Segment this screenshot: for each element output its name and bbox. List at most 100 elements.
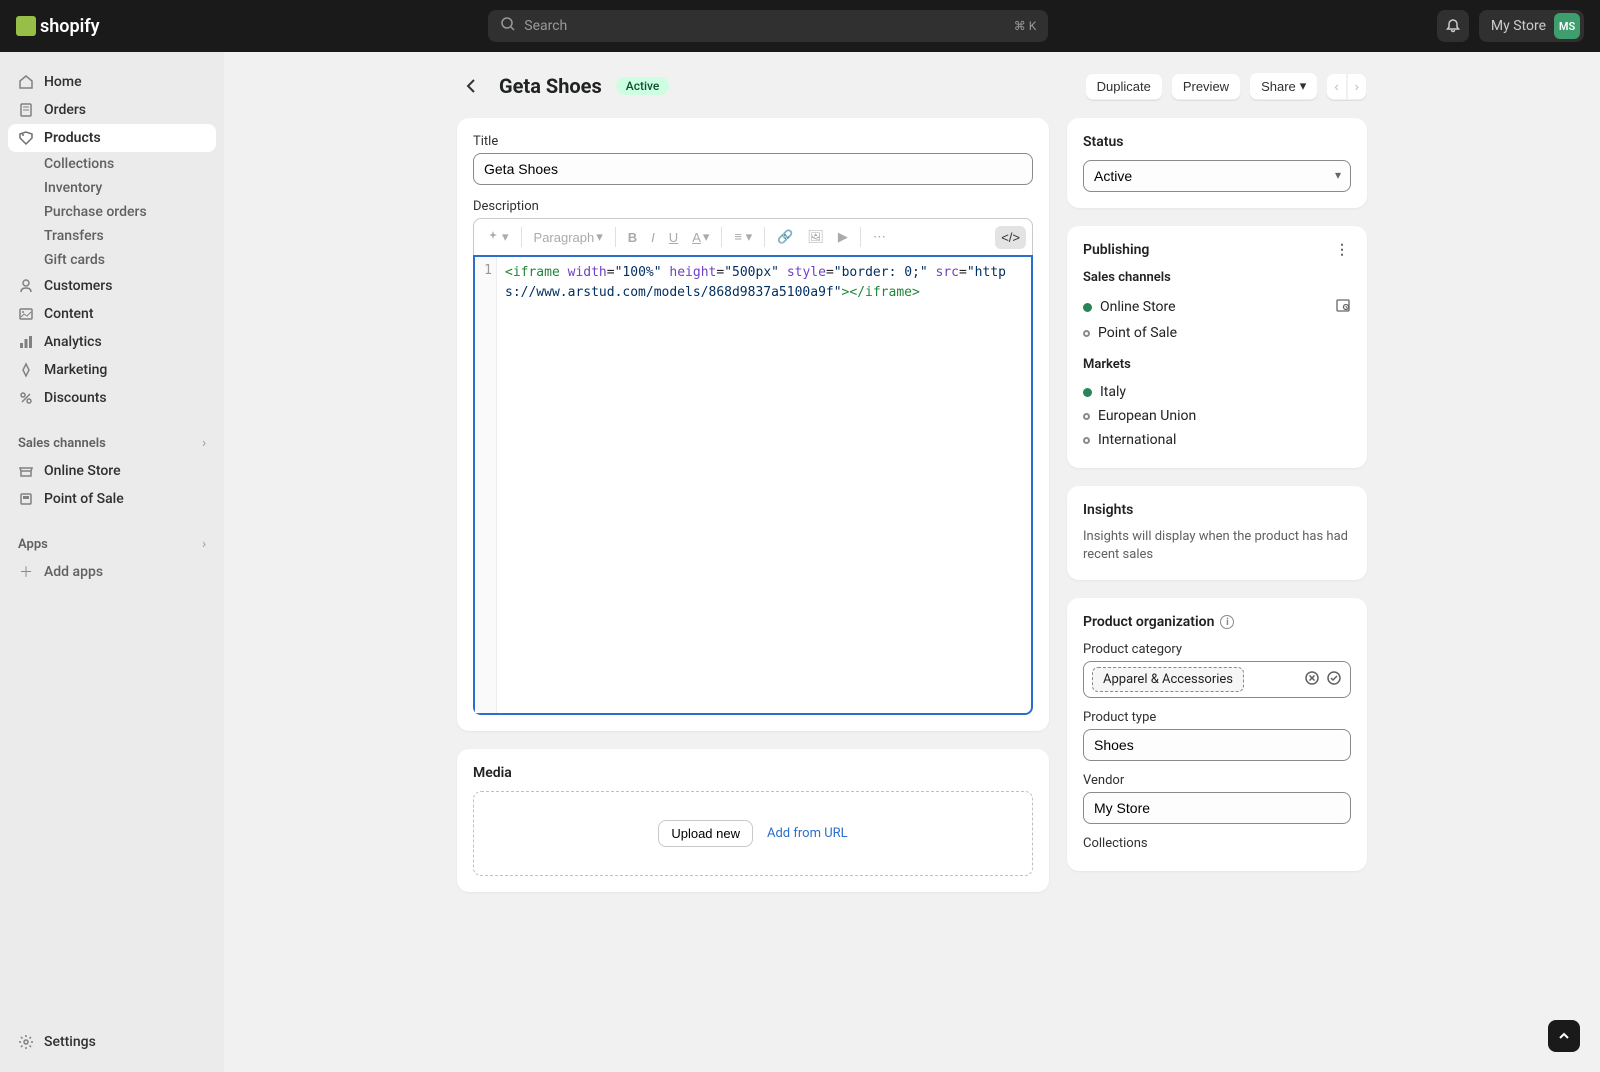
search-icon xyxy=(500,16,516,36)
sidebar-section-apps[interactable]: Apps › xyxy=(8,531,216,558)
product-org-card: Product organization i Product category … xyxy=(1067,598,1367,871)
sidebar-item-label: Add apps xyxy=(44,564,103,580)
sidebar-item-label: Products xyxy=(44,130,101,146)
sidebar-sub-purchase-orders[interactable]: Purchase orders xyxy=(8,200,216,224)
discounts-icon xyxy=(18,390,34,406)
status-card: Status xyxy=(1067,118,1367,208)
media-card: Media Upload new Add from URL xyxy=(457,749,1049,892)
title-label: Title xyxy=(473,134,1033,149)
sidebar-item-settings[interactable]: Settings xyxy=(8,1028,216,1056)
sidebar-sub-collections[interactable]: Collections xyxy=(8,152,216,176)
status-dot-green xyxy=(1083,303,1092,312)
store-menu[interactable]: My Store MS xyxy=(1479,10,1584,42)
share-button[interactable]: Share ▾ xyxy=(1249,72,1318,100)
description-code-editor[interactable]: 1 <iframe width="100%" height="500px" st… xyxy=(473,255,1033,715)
sidebar-item-orders[interactable]: Orders xyxy=(8,96,216,124)
search-input[interactable]: Search ⌘ K xyxy=(488,10,1048,42)
prev-button[interactable]: ‹ xyxy=(1326,73,1346,100)
sidebar-item-add-apps[interactable]: ＋ Add apps xyxy=(8,558,216,586)
sidebar-item-label: Orders xyxy=(44,102,86,118)
vendor-input[interactable] xyxy=(1083,792,1351,824)
sidebar-item-label: Analytics xyxy=(44,334,102,350)
info-icon[interactable]: i xyxy=(1220,615,1234,629)
org-title: Product organization xyxy=(1083,614,1214,630)
collections-label: Collections xyxy=(1083,836,1351,851)
paragraph-dropdown[interactable]: Paragraph ▾ xyxy=(528,225,609,249)
sidebar-sub-inventory[interactable]: Inventory xyxy=(8,176,216,200)
gear-icon xyxy=(18,1034,34,1050)
market-intl: International xyxy=(1083,428,1351,452)
logo-text: shopify xyxy=(40,16,100,37)
products-icon xyxy=(18,130,34,146)
add-from-url-button[interactable]: Add from URL xyxy=(767,826,848,841)
publishing-menu[interactable]: ⋮ xyxy=(1335,242,1351,258)
search-placeholder: Search xyxy=(524,18,567,34)
avatar: MS xyxy=(1554,13,1580,39)
schedule-icon[interactable] xyxy=(1335,297,1351,317)
status-dot-green xyxy=(1083,388,1092,397)
color-button[interactable]: A ▾ xyxy=(686,225,715,249)
code-body[interactable]: <iframe width="100%" height="500px" styl… xyxy=(497,257,1031,713)
status-select[interactable] xyxy=(1083,160,1351,192)
sidebar-item-label: Content xyxy=(44,306,94,322)
sidebar-item-content[interactable]: Content xyxy=(8,300,216,328)
search-shortcut: ⌘ K xyxy=(1014,19,1037,33)
video-button[interactable]: ▶ xyxy=(832,225,854,249)
main-content: Geta Shoes Active Duplicate Preview Shar… xyxy=(224,52,1600,1072)
market-eu: European Union xyxy=(1083,404,1351,428)
italic-button[interactable]: I xyxy=(645,226,661,249)
duplicate-button[interactable]: Duplicate xyxy=(1085,73,1163,100)
ai-button[interactable]: ▾ xyxy=(480,225,515,249)
topbar: shopify Search ⌘ K My Store MS xyxy=(0,0,1600,52)
title-card: Title Description ▾ Paragraph ▾ B I xyxy=(457,118,1049,731)
back-button[interactable] xyxy=(457,72,485,100)
insights-title: Insights xyxy=(1083,502,1351,518)
media-dropzone[interactable]: Upload new Add from URL xyxy=(473,791,1033,876)
page-title: Geta Shoes xyxy=(499,74,602,98)
sidebar-section-sales-channels[interactable]: Sales channels › xyxy=(8,430,216,457)
sidebar-item-home[interactable]: Home xyxy=(8,68,216,96)
insights-text: Insights will display when the product h… xyxy=(1083,528,1351,564)
sidebar-sub-transfers[interactable]: Transfers xyxy=(8,224,216,248)
customers-icon xyxy=(18,278,34,294)
code-view-button[interactable]: </> xyxy=(995,226,1026,249)
gutter: 1 xyxy=(475,257,497,713)
sidebar-item-marketing[interactable]: Marketing xyxy=(8,356,216,384)
underline-button[interactable]: U xyxy=(663,226,684,249)
type-input[interactable] xyxy=(1083,729,1351,761)
notifications-button[interactable] xyxy=(1437,10,1469,42)
chevron-right-icon: › xyxy=(202,436,206,451)
bold-button[interactable]: B xyxy=(622,226,643,249)
pager: ‹ › xyxy=(1326,73,1367,100)
sidebar-item-discounts[interactable]: Discounts xyxy=(8,384,216,412)
sidebar-item-pos[interactable]: Point of Sale xyxy=(8,485,216,513)
preview-button[interactable]: Preview xyxy=(1171,73,1241,100)
plus-icon: ＋ xyxy=(18,564,34,580)
upload-button[interactable]: Upload new xyxy=(658,820,753,847)
sidebar-item-label: Discounts xyxy=(44,390,107,406)
title-input[interactable] xyxy=(473,153,1033,185)
category-field[interactable]: Apparel & Accessories xyxy=(1083,661,1351,698)
sidebar-item-customers[interactable]: Customers xyxy=(8,272,216,300)
sidebar-item-label: Marketing xyxy=(44,362,107,378)
sidebar-sub-gift-cards[interactable]: Gift cards xyxy=(8,248,216,272)
channel-pos: Point of Sale xyxy=(1083,321,1351,345)
insights-card: Insights Insights will display when the … xyxy=(1067,486,1367,580)
sidebar-item-products[interactable]: Products xyxy=(8,124,216,152)
sidebar-item-analytics[interactable]: Analytics xyxy=(8,328,216,356)
image-button[interactable]: 🖼 xyxy=(801,225,830,249)
category-tag[interactable]: Apparel & Accessories xyxy=(1092,667,1244,692)
next-button[interactable]: › xyxy=(1347,73,1367,100)
editor-toolbar: ▾ Paragraph ▾ B I U A ▾ ≡ ▾ 🔗 xyxy=(473,218,1033,255)
logo[interactable]: shopify xyxy=(16,16,100,37)
chevron-right-icon: › xyxy=(202,537,206,552)
publishing-card: Publishing ⋮ Sales channels Online Store… xyxy=(1067,226,1367,468)
clear-icon[interactable] xyxy=(1304,670,1320,690)
confirm-icon[interactable] xyxy=(1326,670,1342,690)
scroll-top-button[interactable] xyxy=(1548,1020,1580,1052)
sidebar-item-online-store[interactable]: Online Store xyxy=(8,457,216,485)
more-button[interactable]: ⋯ xyxy=(867,225,892,249)
align-button[interactable]: ≡ ▾ xyxy=(728,225,758,249)
link-button[interactable]: 🔗 xyxy=(771,225,799,249)
store-icon xyxy=(18,463,34,479)
